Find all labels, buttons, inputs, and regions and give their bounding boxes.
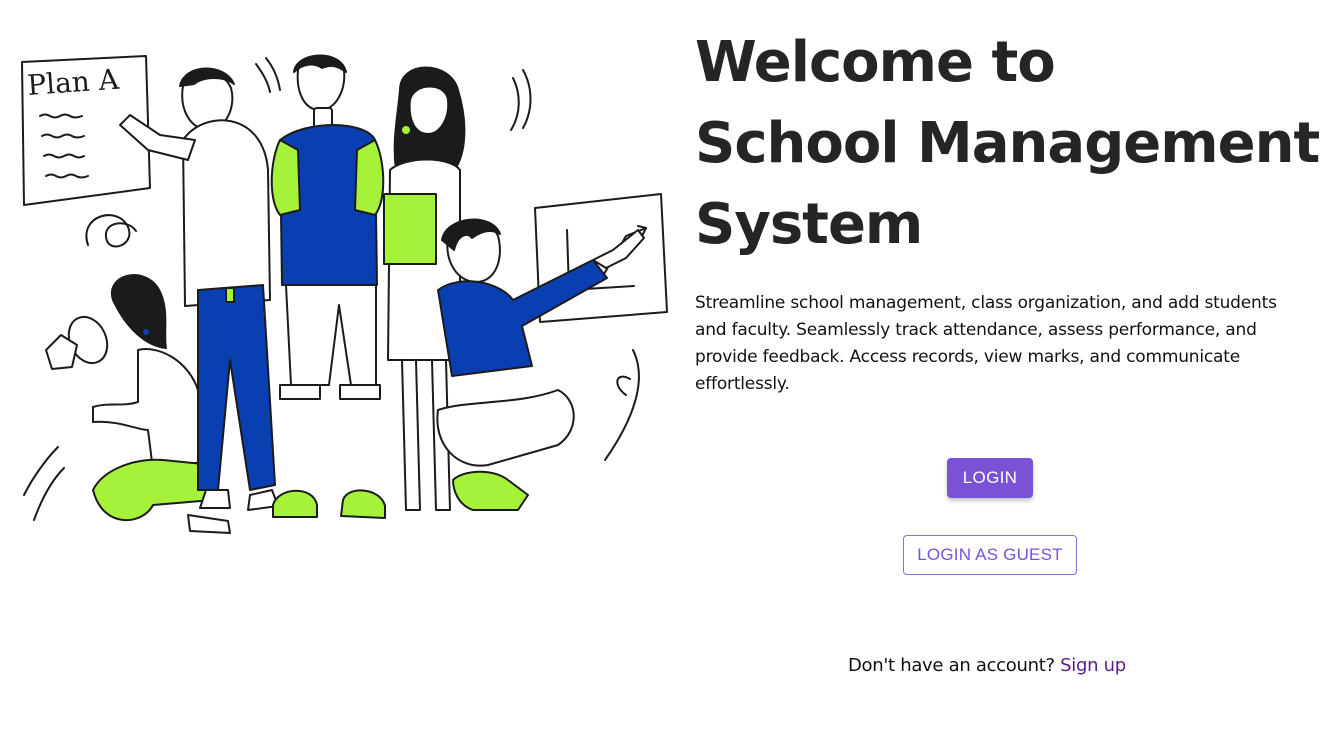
team-planning-illustration: Plan A <box>21 54 668 534</box>
boy-with-phone <box>270 54 386 519</box>
title-line: Welcome to <box>695 30 1056 95</box>
page-title: Welcome to School Management System <box>695 22 1320 265</box>
signup-prompt: Don't have an account? <box>848 655 1055 676</box>
signup-prompt-row: Don't have an account? Sign up <box>848 655 1126 676</box>
login-button[interactable]: LOGIN <box>947 458 1033 498</box>
title-line: School Management <box>695 111 1320 176</box>
signup-link[interactable]: Sign up <box>1060 655 1126 676</box>
whiteboard-text: Plan A <box>26 63 120 102</box>
hero-section: Welcome to School Management System <box>695 22 1320 265</box>
hero-description: Streamline school management, class orga… <box>695 293 1277 394</box>
title-line: System <box>695 192 923 257</box>
swirl <box>85 214 137 248</box>
login-as-guest-button[interactable]: LOGIN AS GUEST <box>903 535 1077 575</box>
